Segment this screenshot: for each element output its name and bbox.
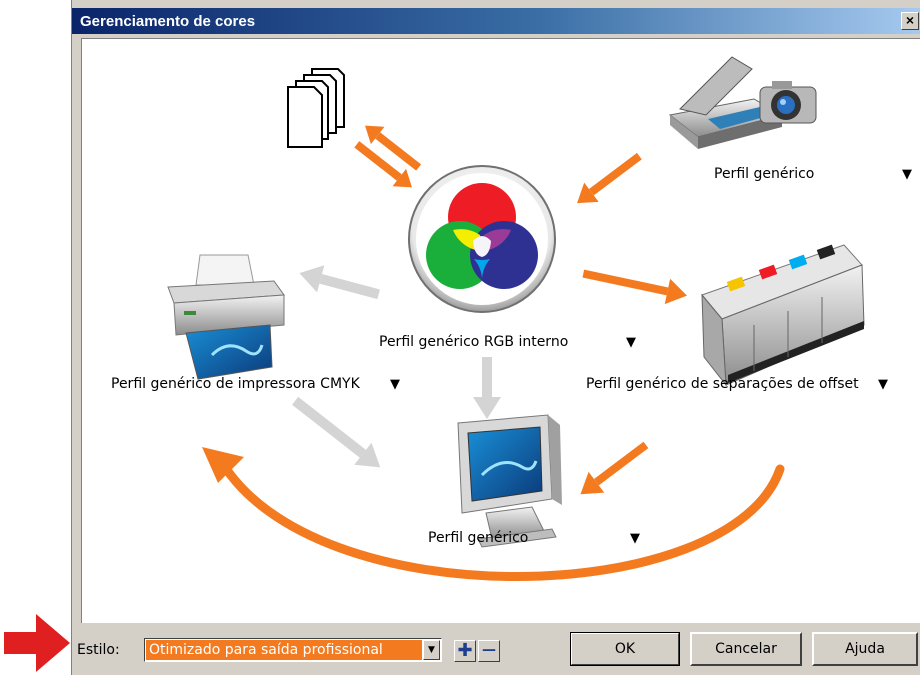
add-style-button[interactable]: ✚ bbox=[454, 640, 476, 662]
scanner-profile-dropdown[interactable]: ▼ bbox=[902, 168, 912, 181]
ok-button[interactable]: OK bbox=[570, 632, 680, 666]
title-bar: Gerenciamento de cores × bbox=[72, 8, 920, 34]
printer-profile-label: Perfil genérico de impressora CMYK bbox=[111, 376, 360, 392]
offset-press-icon bbox=[701, 244, 865, 387]
chevron-down-icon[interactable]: ▼ bbox=[423, 640, 440, 660]
window-title: Gerenciamento de cores bbox=[80, 13, 256, 30]
press-profile-label: Perfil genérico de separações de offset bbox=[586, 376, 859, 392]
help-button[interactable]: Ajuda bbox=[812, 632, 918, 666]
press-profile-dropdown[interactable]: ▼ bbox=[878, 378, 888, 391]
documents-icon bbox=[287, 68, 345, 148]
inkjet-printer-icon bbox=[167, 254, 285, 380]
rgb-profile-label: Perfil genérico RGB interno bbox=[379, 334, 569, 350]
red-pointer-arrow-icon bbox=[4, 614, 70, 672]
monitor-icon bbox=[457, 414, 562, 548]
scanner-profile-label: Perfil genérico bbox=[714, 166, 815, 182]
color-flow-diagram: Perfil genérico ▼ Perfil genérico RGB in… bbox=[81, 38, 920, 623]
color-management-dialog: Gerenciamento de cores × Perfil genérico… bbox=[71, 0, 920, 675]
cancel-button[interactable]: Cancelar bbox=[690, 632, 802, 666]
monitor-profile-label: Perfil genérico bbox=[428, 530, 529, 546]
printer-profile-dropdown[interactable]: ▼ bbox=[390, 378, 400, 391]
style-select[interactable]: Otimizado para saída profissional ▼ bbox=[144, 638, 442, 662]
style-label: Estilo: bbox=[77, 642, 120, 658]
monitor-profile-dropdown[interactable]: ▼ bbox=[630, 532, 640, 545]
close-button[interactable]: × bbox=[901, 12, 919, 30]
style-select-value: Otimizado para saída profissional bbox=[146, 640, 422, 660]
remove-style-button[interactable]: — bbox=[478, 640, 500, 662]
scanner-camera-icon bbox=[668, 56, 817, 149]
rgb-profile-dropdown[interactable]: ▼ bbox=[626, 336, 636, 349]
rgb-color-wheel-icon bbox=[408, 165, 556, 313]
